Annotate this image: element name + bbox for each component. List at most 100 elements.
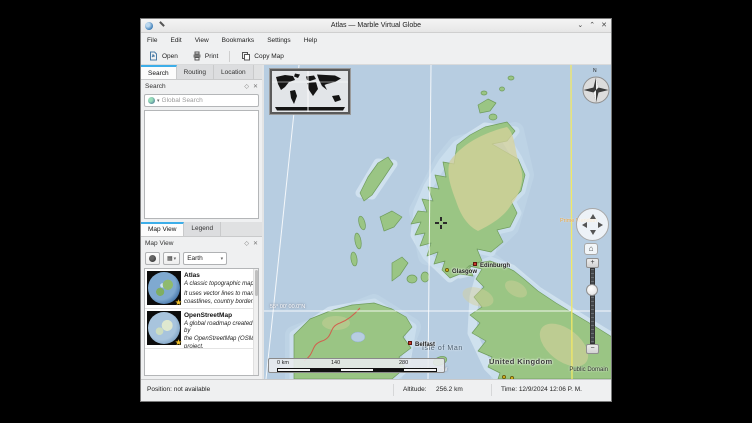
map-theme-list: ★ Atlas A classic topographic map. It us… bbox=[144, 268, 259, 377]
close-panel-icon[interactable]: ✕ bbox=[253, 240, 258, 247]
glasgow-label: Glasgow bbox=[452, 269, 477, 275]
globe-icon bbox=[149, 255, 156, 262]
minimize-button[interactable]: ⌄ bbox=[577, 20, 583, 32]
map-center-crosshair bbox=[435, 217, 447, 229]
city-marker[interactable] bbox=[502, 375, 506, 379]
scale-tick-0: 0 km bbox=[277, 360, 289, 366]
chevron-down-icon: ▾ bbox=[221, 256, 224, 262]
globe-projection-button[interactable] bbox=[145, 252, 160, 265]
tab-routing[interactable]: Routing bbox=[177, 65, 214, 79]
tab-legend[interactable]: Legend bbox=[184, 222, 221, 236]
zoom-slider-track[interactable] bbox=[590, 268, 595, 344]
pan-up-icon[interactable] bbox=[590, 214, 596, 219]
window-title: Atlas — Marble Virtual Globe bbox=[141, 22, 611, 29]
tab-search[interactable]: Search bbox=[141, 65, 177, 79]
scale-tick-280: 280 bbox=[399, 360, 408, 366]
search-input[interactable] bbox=[162, 97, 255, 104]
menu-help[interactable]: Help bbox=[304, 37, 317, 44]
marble-window: Atlas — Marble Virtual Globe ⌄ ⌃ ✕ File … bbox=[140, 18, 612, 402]
close-button[interactable]: ✕ bbox=[601, 20, 607, 32]
scale-bar-segments bbox=[277, 368, 437, 372]
search-scope-chevron-icon[interactable]: ▾ bbox=[157, 98, 160, 104]
chevron-down-icon: ▾ bbox=[174, 256, 177, 262]
map-view-controls: ▦ ▾ Earth ▾ bbox=[141, 250, 262, 268]
copy-icon bbox=[241, 51, 251, 61]
copy-map-button[interactable]: Copy Map bbox=[238, 49, 287, 63]
city-marker[interactable] bbox=[510, 376, 514, 379]
sidebar: Search Routing Location Search ◇ ✕ ▾ bbox=[141, 65, 262, 379]
map-view-panel-header: Map View ◇ ✕ bbox=[141, 237, 262, 250]
toolbar-separator bbox=[229, 51, 230, 62]
latitude-label: 55° 00' 00.0"N bbox=[270, 304, 305, 310]
theme-list-scrollbar[interactable] bbox=[253, 269, 258, 376]
tab-location[interactable]: Location bbox=[214, 65, 254, 79]
menu-bookmarks[interactable]: Bookmarks bbox=[222, 37, 255, 44]
tab-map-view[interactable]: Map View bbox=[141, 222, 184, 236]
view-mode-button[interactable]: ▦ ▾ bbox=[163, 252, 180, 265]
home-button[interactable]: ⌂ bbox=[584, 243, 598, 255]
theme-description: A global roadmap created by the OpenStre… bbox=[184, 321, 256, 349]
time-status: Time: 12/9/2024 12:06 P. M. bbox=[501, 386, 582, 393]
search-panel-header: Search ◇ ✕ bbox=[141, 80, 262, 93]
world-map-inset bbox=[272, 71, 348, 112]
menu-settings[interactable]: Settings bbox=[267, 37, 291, 44]
float-panel-icon[interactable]: ◇ bbox=[244, 83, 249, 90]
pan-left-icon[interactable] bbox=[582, 222, 587, 228]
edinburgh-marker[interactable] bbox=[473, 262, 477, 266]
menu-edit[interactable]: Edit bbox=[170, 37, 181, 44]
open-icon bbox=[149, 51, 159, 61]
print-label: Print bbox=[205, 53, 218, 60]
celestial-body-select[interactable]: Earth ▾ bbox=[183, 252, 227, 265]
menu-view[interactable]: View bbox=[195, 37, 209, 44]
global-search-box[interactable]: ▾ bbox=[144, 94, 259, 107]
celestial-body-value: Earth bbox=[187, 255, 203, 262]
attribution-label: Public Domain bbox=[569, 367, 608, 373]
search-scope-globe-icon bbox=[148, 97, 155, 104]
menu-file[interactable]: File bbox=[147, 37, 157, 44]
overview-map[interactable] bbox=[270, 69, 350, 114]
compass-north-label: N bbox=[593, 68, 597, 74]
pan-down-icon[interactable] bbox=[590, 230, 596, 235]
zoom-slider-thumb[interactable] bbox=[586, 284, 598, 296]
pan-control[interactable] bbox=[576, 208, 609, 241]
print-icon bbox=[192, 51, 202, 61]
open-button[interactable]: Open bbox=[146, 49, 181, 63]
title-bar[interactable]: Atlas — Marble Virtual Globe ⌄ ⌃ ✕ bbox=[141, 19, 611, 33]
osm-thumbnail: ★ bbox=[147, 311, 181, 345]
search-panel-title: Search bbox=[145, 83, 166, 90]
favorite-star-icon[interactable]: ★ bbox=[175, 298, 182, 307]
position-status: Position: not available bbox=[147, 386, 210, 393]
tool-bar: Open Print Copy Map bbox=[141, 48, 611, 65]
theme-item-atlas[interactable]: ★ Atlas A classic topographic map. It us… bbox=[145, 269, 258, 309]
search-results-list[interactable] bbox=[144, 110, 259, 219]
zoom-in-button[interactable]: + bbox=[586, 258, 599, 268]
maximize-button[interactable]: ⌃ bbox=[589, 20, 595, 32]
theme-description: A classic topographic map. It uses vecto… bbox=[184, 281, 256, 307]
sidebar-bottom-tabs: Map View Legend bbox=[141, 222, 262, 237]
united-kingdom-label: United Kingdom bbox=[489, 357, 553, 366]
print-button[interactable]: Print bbox=[189, 49, 221, 63]
favorite-star-icon[interactable]: ★ bbox=[175, 338, 182, 347]
theme-item-openstreetmap[interactable]: ★ OpenStreetMap A global roadmap created… bbox=[145, 309, 258, 349]
scrollbar-thumb[interactable] bbox=[255, 270, 258, 296]
float-panel-icon[interactable]: ◇ bbox=[244, 240, 249, 247]
scale-bar: 0 km 140 280 bbox=[268, 358, 445, 373]
theme-title: Atlas bbox=[184, 272, 256, 279]
statusbar-separator bbox=[393, 384, 394, 396]
map-canvas[interactable]: N 55° 00' 00.0"N 5° 00' 00.0"W Prime Mer… bbox=[264, 65, 611, 379]
compass-rose[interactable] bbox=[582, 76, 610, 109]
copy-map-label: Copy Map bbox=[254, 53, 284, 60]
statusbar-separator bbox=[491, 384, 492, 396]
zoom-out-button[interactable]: − bbox=[586, 344, 599, 354]
close-panel-icon[interactable]: ✕ bbox=[253, 83, 258, 90]
belfast-label: Belfast bbox=[415, 342, 435, 348]
sidebar-top-tabs: Search Routing Location bbox=[141, 65, 262, 80]
status-bar: Position: not available Altitude: 256.2 … bbox=[141, 379, 611, 401]
theme-title: OpenStreetMap bbox=[184, 312, 256, 319]
belfast-marker[interactable] bbox=[408, 341, 412, 345]
open-label: Open bbox=[162, 53, 178, 60]
glasgow-marker[interactable] bbox=[445, 268, 449, 272]
pan-right-icon[interactable] bbox=[598, 222, 603, 228]
menu-bar: File Edit View Bookmarks Settings Help bbox=[141, 33, 611, 48]
altitude-status-label: Altitude: bbox=[403, 386, 427, 393]
